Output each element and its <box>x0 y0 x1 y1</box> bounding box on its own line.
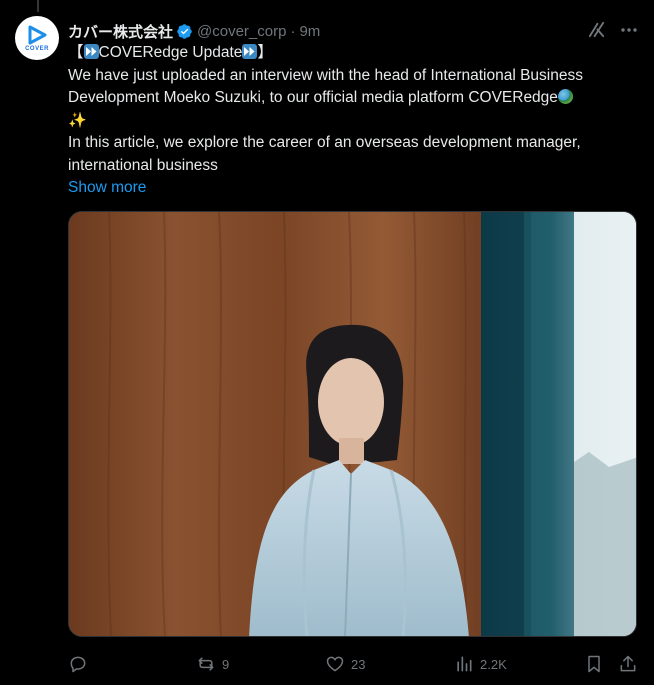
sparkles-emoji-icon: ✨ <box>68 111 87 129</box>
tweet-title-line: 【 COVERedge Update 】 <box>68 42 640 65</box>
tweet-line-3: In this article, we explore the career o… <box>68 134 581 151</box>
share-button[interactable] <box>618 648 638 680</box>
tweet-actions-bar: 9 23 2.2K <box>68 648 640 680</box>
tweet-photo[interactable] <box>68 211 637 637</box>
tweet-text: 【 COVERedge Update 】 We have just uploaded… <box>68 42 640 200</box>
like-count: 23 <box>351 656 366 672</box>
retweet-button[interactable]: 9 <box>196 648 229 680</box>
verified-badge-icon[interactable] <box>176 23 193 40</box>
retweet-count: 9 <box>222 656 230 672</box>
avatar[interactable]: COVER <box>15 16 59 60</box>
grok-icon[interactable] <box>587 20 606 39</box>
tweet-top-actions <box>587 20 638 39</box>
bookmark-button[interactable] <box>584 648 604 680</box>
title-bracket-open: 【 <box>68 44 84 61</box>
timestamp[interactable]: 9m <box>299 23 320 40</box>
show-more-link[interactable]: Show more <box>68 179 146 196</box>
tweet-line-2-wrap: Development Moeko Suzuki, to our officia… <box>68 87 640 110</box>
reply-button[interactable] <box>68 648 94 680</box>
more-icon[interactable] <box>620 21 638 39</box>
cover-logo-icon <box>28 25 47 44</box>
portrait-photo-image <box>69 212 636 636</box>
avatar-label: COVER <box>25 45 49 52</box>
thread-connector-line <box>37 0 39 12</box>
fast-forward-emoji-icon <box>83 44 99 59</box>
author-handle[interactable]: @cover_corp <box>197 23 286 40</box>
reply-icon <box>70 656 86 673</box>
bookmark-icon <box>588 655 600 673</box>
like-button[interactable]: 23 <box>325 648 365 680</box>
fast-forward-emoji-icon <box>242 44 258 59</box>
views-icon <box>457 656 472 672</box>
tweet-header: カバー株式会社 @cover_corp · 9m <box>68 20 320 42</box>
retweet-icon <box>198 657 214 671</box>
tweet-line-2: Development Moeko Suzuki, to our officia… <box>68 89 558 106</box>
like-icon <box>326 656 344 672</box>
views-count: 2.2K <box>480 656 507 672</box>
share-icon <box>620 655 636 672</box>
separator-dot: · <box>290 22 296 40</box>
globe-emoji-icon <box>557 89 573 104</box>
title-bracket-close: 】 <box>257 44 273 61</box>
tweet-line-1: We have just uploaded an interview with … <box>68 66 583 84</box>
tweet-title: COVERedge Update <box>98 44 243 61</box>
views-button[interactable]: 2.2K <box>454 648 507 680</box>
tweet-line-4: international business <box>68 156 218 174</box>
sparkle-line: ✨ <box>68 110 640 133</box>
author-name[interactable]: カバー株式会社 <box>68 21 173 42</box>
